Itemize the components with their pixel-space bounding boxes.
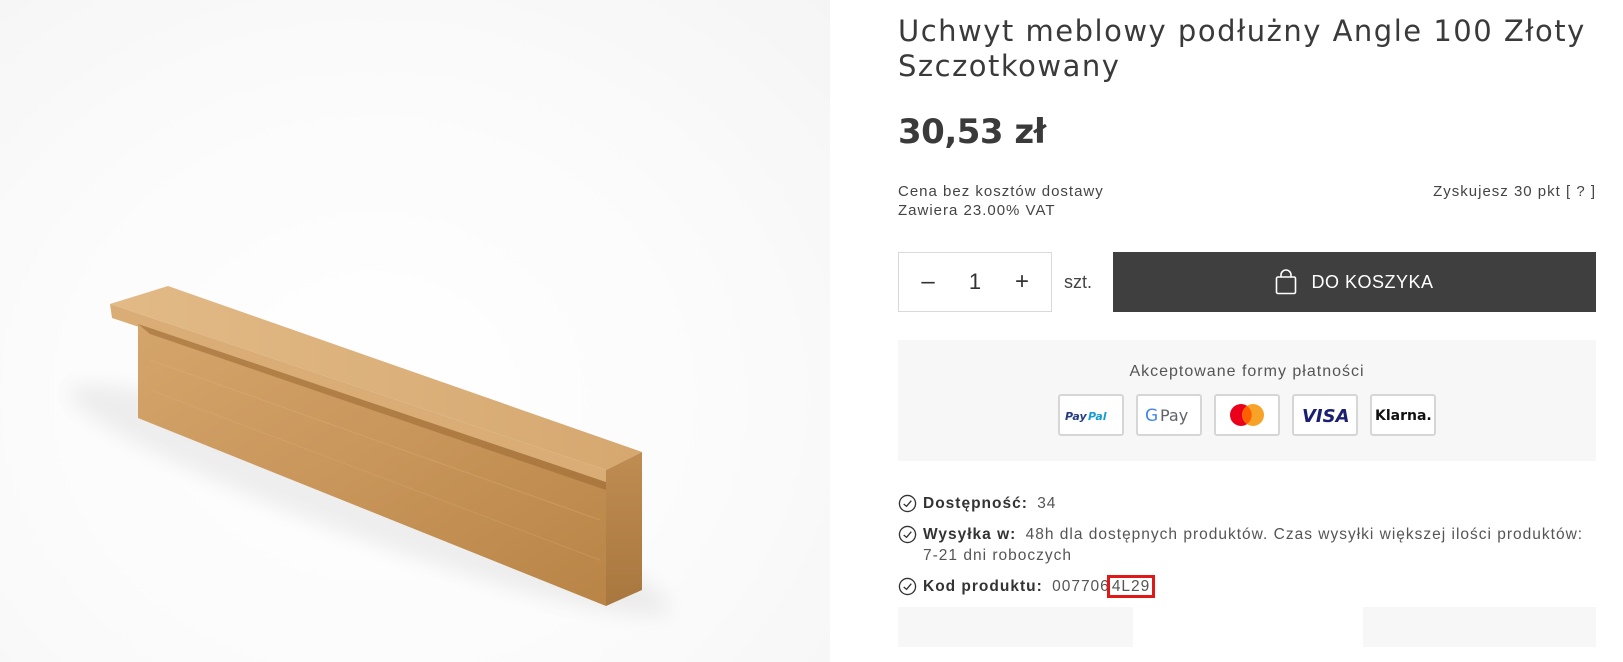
product-details: Dostępność: 34 Wysyłka w: 48h dla dostęp… <box>898 493 1596 598</box>
increase-quantity-button[interactable]: + <box>1011 270 1033 294</box>
klarna-icon: Klarna. <box>1375 408 1432 424</box>
visa-logo: VISA <box>1292 394 1358 436</box>
svg-text:G: G <box>1145 406 1158 426</box>
svg-text:Pal: Pal <box>1088 410 1107 423</box>
availability-value: 34 <box>1037 495 1057 512</box>
shipping-time-label: Wysyłka w: <box>923 526 1017 543</box>
visa-icon: VISA <box>1302 406 1350 426</box>
quantity-stepper: – 1 + <box>898 252 1052 312</box>
check-circle-icon <box>898 494 917 513</box>
product-photo-handle <box>68 286 672 616</box>
product-code-label: Kod produktu: <box>923 578 1043 595</box>
buy-row: – 1 + szt. DO KOSZYKA <box>898 252 1596 312</box>
product-info-panel: Uchwyt meblowy podłużny Angle 100 Złoty … <box>898 0 1596 662</box>
google-pay-logo: G Pay <box>1136 394 1202 436</box>
availability-row: Dostępność: 34 <box>898 493 1596 514</box>
brand-banner-inner <box>1133 607 1363 647</box>
svg-text:Klarna.: Klarna. <box>1375 408 1432 424</box>
klarna-logo: Klarna. <box>1370 394 1436 436</box>
check-circle-icon <box>898 577 917 596</box>
product-price: 30,53 zł <box>898 112 1046 152</box>
quantity-unit: szt. <box>1064 272 1093 292</box>
add-to-cart-label: DO KOSZYKA <box>1311 271 1434 292</box>
shopping-bag-icon <box>1276 269 1297 295</box>
decrease-quantity-button[interactable]: – <box>917 270 939 294</box>
mastercard-logo <box>1214 394 1280 436</box>
svg-text:Pay: Pay <box>1065 410 1087 423</box>
svg-text:Pay: Pay <box>1160 406 1188 425</box>
product-code-prefix: 007706 <box>1052 578 1110 595</box>
google-pay-icon: G Pay <box>1145 406 1188 426</box>
shipping-time-row: Wysyłka w: 48h dla dostępnych produktów.… <box>898 524 1596 566</box>
product-image-gallery[interactable] <box>0 0 830 662</box>
product-title: Uchwyt meblowy podłużny Angle 100 Złoty … <box>898 14 1586 83</box>
paypal-icon: Pay Pal <box>1065 410 1107 423</box>
handle-end-face <box>606 452 642 606</box>
mastercard-icon <box>1230 404 1264 426</box>
add-to-cart-button[interactable]: DO KOSZYKA <box>1113 252 1596 312</box>
svg-text:VISA: VISA <box>1302 406 1350 426</box>
brand-banner <box>898 607 1596 647</box>
product-code-highlight: 4L29 <box>1106 575 1156 598</box>
paypal-logo: Pay Pal <box>1058 394 1124 436</box>
loyalty-points-link[interactable]: Zyskujesz 30 pkt [ ? ] <box>1433 182 1596 201</box>
payment-methods-title: Akceptowane formy płatności <box>1129 363 1365 380</box>
quantity-value[interactable]: 1 <box>969 269 981 295</box>
vat-note: Zawiera 23.00% VAT <box>898 202 1056 219</box>
shipping-time-value: 48h dla dostępnych produktów. Czas wysył… <box>923 526 1584 564</box>
product-code-row: Kod produktu: 007706 4L29 <box>898 575 1596 598</box>
payment-methods-box: Akceptowane formy płatności Pay Pal G Pa… <box>898 340 1596 461</box>
price-notes: Cena bez kosztów dostawy Zawiera 23.00% … <box>898 182 1596 222</box>
check-circle-icon <box>898 525 917 544</box>
availability-label: Dostępność: <box>923 495 1028 512</box>
